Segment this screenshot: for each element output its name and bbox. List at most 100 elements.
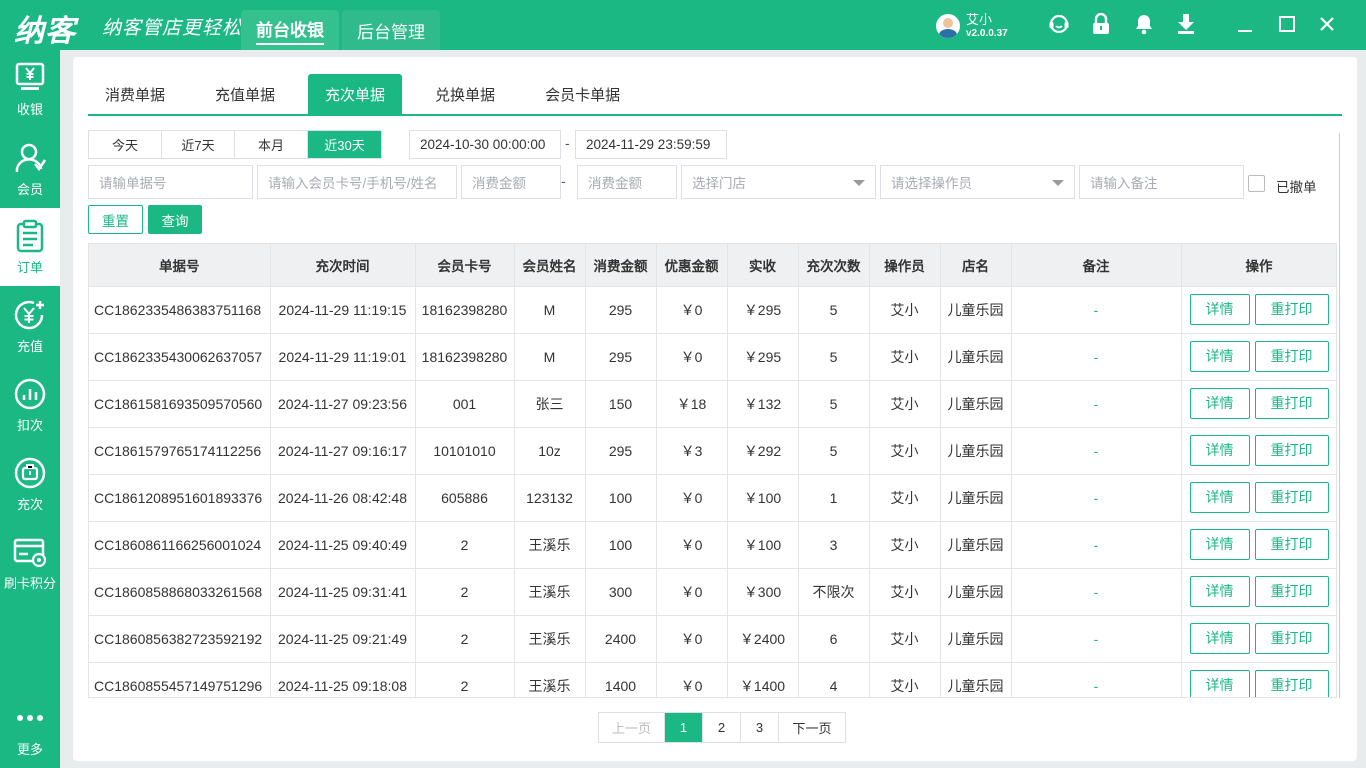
consume-amount-cell: 295 — [585, 333, 657, 381]
sidebar-item-deduct[interactable]: 扣次 — [0, 366, 60, 444]
customer-service-icon[interactable] — [1048, 13, 1070, 35]
reprint-button[interactable]: 重打印 — [1254, 529, 1329, 560]
detail-button[interactable]: 详情 — [1189, 670, 1250, 697]
maximize-icon[interactable] — [1276, 13, 1298, 35]
order-no-cell: CC1861581693509570560 — [89, 380, 271, 428]
detail-button[interactable]: 详情 — [1189, 294, 1250, 325]
end-date-input[interactable]: 2024-11-29 23:59:59 — [575, 130, 727, 159]
detail-button[interactable]: 详情 — [1189, 623, 1250, 654]
reprint-button[interactable]: 重打印 — [1254, 670, 1329, 697]
recharge-times-cell: 5 — [798, 333, 870, 381]
tab-exchange-orders[interactable]: 兑换单据 — [418, 74, 512, 114]
actions-cell: 详情 重打印 — [1181, 474, 1336, 522]
sidebar-item-member[interactable]: 会员 — [0, 130, 60, 208]
sidebar-label-cashier: 收银 — [16, 102, 43, 117]
recharge-times-cell: 5 — [798, 427, 870, 475]
sidebar-item-times-recharge[interactable]: 充次 — [0, 445, 60, 523]
detail-button[interactable]: 详情 — [1189, 435, 1250, 466]
member-search-input[interactable]: 请输入会员卡号/手机号/姓名 — [257, 165, 457, 199]
orders-table: 单据号 充次时间 会员卡号 会员姓名 消费金额 优惠金额 实收 充次次数 操作员… — [88, 243, 1337, 698]
discount-amount-cell: ￥0 — [656, 521, 728, 569]
recharge-time-cell: 2024-11-27 09:16:17 — [270, 427, 416, 475]
vertical-scrollbar[interactable] — [1339, 133, 1340, 698]
recharge-icon — [14, 300, 44, 330]
prev-page-button[interactable]: 上一页 — [599, 713, 665, 742]
next-page-button[interactable]: 下一页 — [779, 713, 845, 742]
amount-max-input[interactable]: 消费金额 — [577, 165, 677, 199]
detail-button[interactable]: 详情 — [1189, 576, 1250, 607]
tab-times-recharge-orders[interactable]: 充次单据 — [308, 74, 403, 114]
range-today-button[interactable]: 今天 — [89, 131, 162, 158]
close-icon[interactable] — [1316, 13, 1338, 35]
lock-icon[interactable] — [1090, 13, 1112, 35]
sidebar-label-recharge: 充值 — [16, 339, 43, 354]
column-header: 优惠金额 — [656, 244, 728, 287]
table-row: CC1860856382723592192 2024-11-25 09:21:49… — [89, 615, 1336, 663]
download-icon[interactable] — [1175, 13, 1197, 35]
reprint-button[interactable]: 重打印 — [1254, 482, 1329, 513]
deduct-icon — [14, 378, 46, 410]
column-header: 消费金额 — [585, 244, 657, 287]
revoked-label: 已撤单 — [1276, 180, 1317, 195]
detail-button[interactable]: 详情 — [1189, 482, 1250, 513]
tab-membership-card-orders[interactable]: 会员卡单据 — [528, 74, 637, 114]
tab-front-cashier-label: 前台收银 — [256, 16, 324, 45]
sidebar-item-recharge[interactable]: 充值 — [0, 287, 60, 365]
sidebar-item-more[interactable]: 更多 — [0, 690, 60, 768]
reprint-button[interactable]: 重打印 — [1254, 341, 1329, 372]
tab-consumption-orders[interactable]: 消费单据 — [88, 74, 182, 114]
discount-amount-cell: ￥0 — [656, 286, 728, 334]
sidebar-item-card-points[interactable]: 刷卡积分 — [0, 524, 60, 602]
user-menu[interactable]: 艾小 v2.0.0.37 — [936, 10, 1008, 42]
sidebar-label-times-recharge: 充次 — [16, 497, 43, 512]
sidebar-item-cashier[interactable]: 收银 — [0, 50, 60, 128]
revoked-checkbox[interactable] — [1248, 175, 1265, 192]
reprint-button[interactable]: 重打印 — [1254, 623, 1329, 654]
reprint-button[interactable]: 重打印 — [1254, 435, 1329, 466]
consume-amount-cell: 2400 — [585, 615, 657, 663]
table-row: CC1860861166256001024 2024-11-25 09:40:49… — [89, 521, 1336, 569]
consume-amount-cell: 100 — [585, 474, 657, 522]
page-3-button[interactable]: 3 — [741, 713, 779, 742]
minimize-icon[interactable] — [1234, 13, 1256, 35]
detail-button[interactable]: 详情 — [1189, 341, 1250, 372]
operator-select-placeholder: 请选择操作员 — [891, 176, 972, 191]
column-header: 会员姓名 — [514, 244, 586, 287]
start-date-input[interactable]: 2024-10-30 00:00:00 — [409, 130, 561, 159]
reprint-button[interactable]: 重打印 — [1254, 576, 1329, 607]
column-header: 店名 — [940, 244, 1012, 287]
query-button[interactable]: 查询 — [148, 205, 202, 234]
recharge-time-cell: 2024-11-25 09:21:49 — [270, 615, 416, 663]
amount-min-input[interactable]: 消费金额 — [461, 165, 561, 199]
received-amount-cell: ￥295 — [727, 286, 799, 334]
bell-icon[interactable] — [1133, 13, 1155, 35]
range-7days-button[interactable]: 近7天 — [162, 131, 235, 158]
recharge-times-cell: 3 — [798, 521, 870, 569]
page-1-button[interactable]: 1 — [665, 713, 703, 742]
column-header: 备注 — [1011, 244, 1182, 287]
remark-input[interactable]: 请输入备注 — [1079, 165, 1244, 199]
tab-backend-management[interactable]: 后台管理 — [342, 10, 440, 50]
operator-select[interactable]: 请选择操作员 — [880, 165, 1075, 199]
order-no-cell: CC1860858868033261568 — [89, 568, 271, 616]
store-name-cell: 儿童乐园 — [940, 286, 1012, 334]
member-icon — [15, 143, 47, 173]
detail-button[interactable]: 详情 — [1189, 529, 1250, 560]
order-no-input[interactable]: 请输单据号 — [88, 165, 253, 199]
store-select[interactable]: 选择门店 — [681, 165, 876, 199]
recharge-time-cell: 2024-11-25 09:40:49 — [270, 521, 416, 569]
sidebar-item-order[interactable]: 订单 — [0, 208, 60, 286]
recharge-time-cell: 2024-11-27 09:23:56 — [270, 380, 416, 428]
page-2-button[interactable]: 2 — [703, 713, 741, 742]
reprint-button[interactable]: 重打印 — [1254, 388, 1329, 419]
range-this-month-button[interactable]: 本月 — [235, 131, 308, 158]
reprint-button[interactable]: 重打印 — [1254, 294, 1329, 325]
operator-cell: 艾小 — [869, 662, 941, 697]
table-row: CC1860858868033261568 2024-11-25 09:31:41… — [89, 568, 1336, 616]
range-30days-button[interactable]: 近30天 — [308, 131, 381, 158]
reset-button[interactable]: 重置 — [88, 205, 143, 234]
tab-recharge-orders[interactable]: 充值单据 — [198, 74, 292, 114]
tab-front-cashier[interactable]: 前台收银 — [241, 10, 339, 50]
detail-button[interactable]: 详情 — [1189, 388, 1250, 419]
member-card-cell: 2 — [415, 521, 515, 569]
